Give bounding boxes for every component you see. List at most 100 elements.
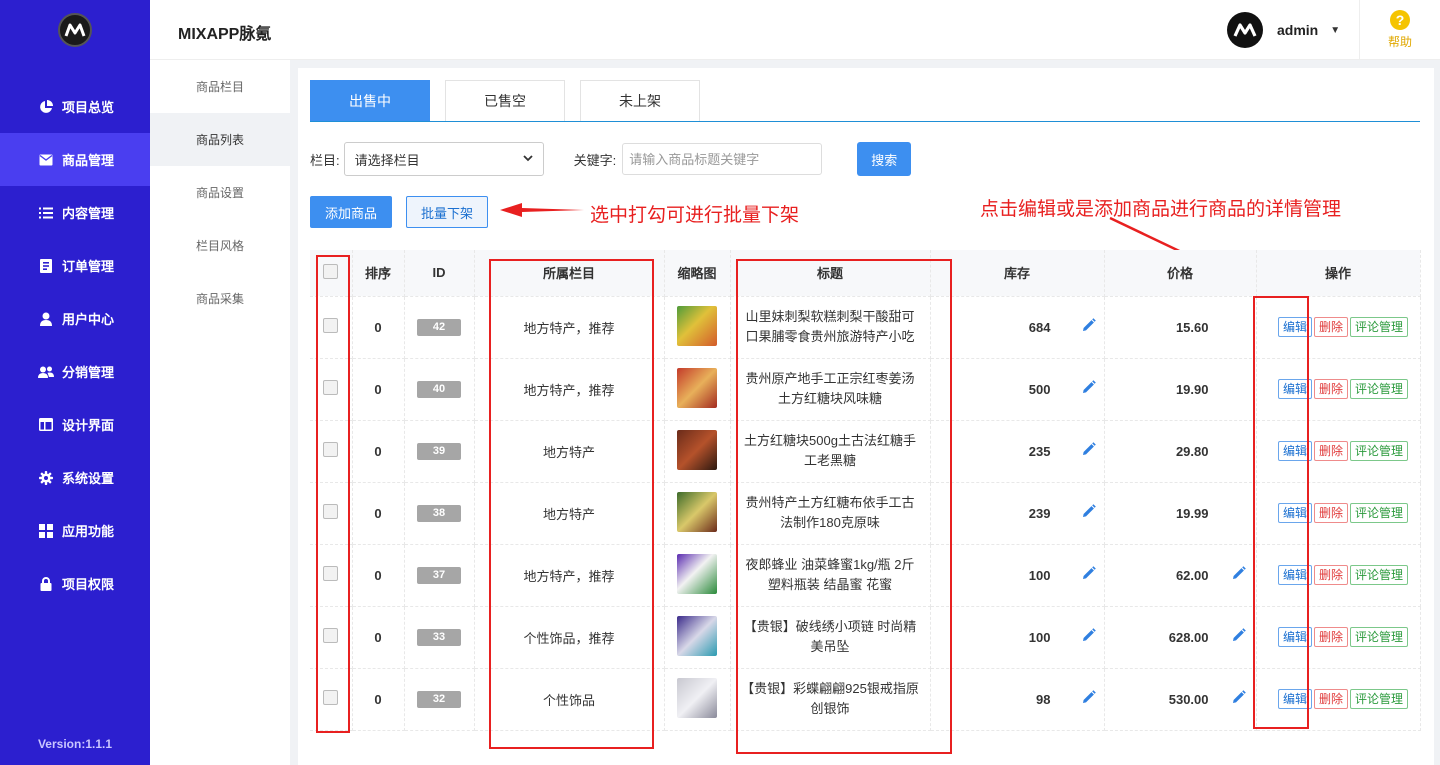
row-sort: 0	[352, 296, 405, 359]
id-badge: 33	[417, 629, 461, 646]
row-stock-cell: 500	[930, 358, 1105, 421]
avatar	[1227, 12, 1263, 48]
product-thumbnail[interactable]	[677, 367, 717, 408]
delete-button[interactable]: 删除	[1313, 441, 1348, 461]
row-id-cell: 38	[404, 482, 475, 545]
app-title: MIXAPP脉氪	[178, 26, 272, 43]
product-thumbnail[interactable]	[677, 429, 717, 470]
subnav-item-2[interactable]: 商品设置	[150, 166, 290, 219]
sidebar-item-0[interactable]: 项目总览	[0, 80, 150, 133]
comments-button[interactable]: 评论管理	[1350, 565, 1409, 585]
product-thumbnail[interactable]	[677, 615, 717, 656]
stock-wrap: 239	[931, 483, 1104, 544]
edit-stock-pencil-icon[interactable]	[1081, 690, 1096, 708]
grid-icon	[38, 523, 54, 539]
users-icon	[38, 364, 54, 380]
sidebar-item-6[interactable]: 设计界面	[0, 398, 150, 451]
row-stock-cell: 100	[930, 606, 1105, 669]
delete-button[interactable]: 删除	[1313, 379, 1348, 399]
sidebar-item-4[interactable]: 用户中心	[0, 292, 150, 345]
tab-unlisted[interactable]: 未上架	[580, 80, 700, 121]
delete-button[interactable]: 删除	[1313, 627, 1348, 647]
add-product-button[interactable]: 添加商品	[310, 196, 392, 228]
edit-stock-pencil-icon[interactable]	[1081, 628, 1096, 646]
chevron-down-icon	[522, 154, 533, 165]
subnav-item-1[interactable]: 商品列表	[150, 113, 290, 166]
id-badge: 38	[417, 505, 461, 522]
comments-button[interactable]: 评论管理	[1350, 627, 1409, 647]
top-header: MIXAPP脉氪 admin ▼ ? 帮助	[150, 0, 1440, 60]
sidebar-item-3[interactable]: 订单管理	[0, 239, 150, 292]
batch-unlist-button[interactable]: 批量下架	[406, 196, 488, 228]
edit-price-pencil-icon[interactable]	[1231, 690, 1246, 708]
subnav-item-4[interactable]: 商品采集	[150, 272, 290, 325]
row-stock-cell: 98	[930, 668, 1105, 731]
delete-button[interactable]: 删除	[1313, 503, 1348, 523]
edit-stock-pencil-icon[interactable]	[1081, 442, 1096, 460]
gear-icon	[38, 470, 54, 486]
stock-wrap: 235	[931, 421, 1104, 482]
edit-stock-pencil-icon[interactable]	[1081, 380, 1096, 398]
subnav-item-0[interactable]: 商品栏目	[150, 60, 290, 113]
row-id-cell: 39	[404, 420, 475, 483]
row-price-cell: 29.80	[1104, 420, 1257, 483]
comments-button[interactable]: 评论管理	[1350, 317, 1409, 337]
sidebar-item-label: 系统设置	[62, 471, 115, 486]
annotation-arrow-left	[500, 203, 584, 217]
edit-stock-pencil-icon[interactable]	[1081, 566, 1096, 584]
user-menu[interactable]: admin ▼	[1227, 12, 1340, 48]
sidebar-item-label: 应用功能	[62, 524, 115, 539]
sidebar-item-8[interactable]: 应用功能	[0, 504, 150, 557]
price-value: 628.00	[1168, 629, 1209, 645]
price-wrap: 530.00	[1105, 669, 1256, 730]
row-price-cell: 15.60	[1104, 296, 1257, 359]
delete-button[interactable]: 删除	[1313, 565, 1348, 585]
edit-stock-pencil-icon[interactable]	[1081, 504, 1096, 522]
delete-button[interactable]: 删除	[1313, 317, 1348, 337]
row-thumb-cell	[664, 606, 731, 669]
row-id-cell: 37	[404, 544, 475, 607]
comments-button[interactable]: 评论管理	[1350, 503, 1409, 523]
comments-button[interactable]: 评论管理	[1350, 689, 1409, 709]
search-button[interactable]: 搜索	[857, 142, 912, 176]
delete-button[interactable]: 删除	[1313, 689, 1348, 709]
category-label: 栏目:	[310, 152, 340, 168]
app-logo[interactable]	[0, 0, 150, 60]
tab-sold-out[interactable]: 已售空	[445, 80, 565, 121]
help-button[interactable]: ? 帮助	[1359, 0, 1440, 60]
row-thumb-cell	[664, 358, 731, 421]
row-stock-cell: 684	[930, 296, 1105, 359]
envelope-icon	[38, 152, 54, 168]
row-thumb-cell	[664, 482, 731, 545]
sidebar-item-label: 商品管理	[62, 153, 115, 168]
product-thumbnail[interactable]	[677, 305, 717, 346]
price-wrap: 19.99	[1105, 483, 1256, 544]
sidebar-item-5[interactable]: 分销管理	[0, 345, 150, 398]
product-thumbnail[interactable]	[677, 491, 717, 532]
sidebar-item-2[interactable]: 内容管理	[0, 186, 150, 239]
price-value: 15.60	[1175, 319, 1209, 335]
edit-price-pencil-icon[interactable]	[1231, 566, 1246, 584]
action-bar: 添加商品 批量下架	[310, 196, 488, 228]
category-select[interactable]: 请选择栏目	[343, 142, 544, 176]
tab-on-sale[interactable]: 出售中	[310, 80, 430, 121]
sidebar: 项目总览商品管理内容管理 订单管理 用户中心 分销管理 设计界面系统设置应用功能项目权限…	[0, 0, 150, 765]
col-ops: 操作	[1256, 250, 1421, 297]
sidebar-item-7[interactable]: 系统设置	[0, 451, 150, 504]
col-id: ID	[404, 250, 475, 297]
stock-wrap: 98	[931, 669, 1104, 730]
subnav-item-3[interactable]: 栏目风格	[150, 219, 290, 272]
edit-price-pencil-icon[interactable]	[1231, 628, 1246, 646]
product-thumbnail[interactable]	[677, 553, 717, 594]
user-name: admin	[1277, 22, 1319, 38]
edit-stock-pencil-icon[interactable]	[1081, 318, 1096, 336]
product-thumbnail[interactable]	[677, 677, 717, 718]
keyword-input[interactable]	[622, 143, 823, 175]
stock-wrap: 100	[931, 545, 1104, 606]
comments-button[interactable]: 评论管理	[1350, 379, 1409, 399]
price-value: 19.99	[1175, 505, 1209, 521]
sidebar-item-1[interactable]: 商品管理	[0, 133, 150, 186]
id-badge: 37	[417, 567, 461, 584]
sidebar-item-9[interactable]: 项目权限	[0, 557, 150, 610]
comments-button[interactable]: 评论管理	[1350, 441, 1409, 461]
